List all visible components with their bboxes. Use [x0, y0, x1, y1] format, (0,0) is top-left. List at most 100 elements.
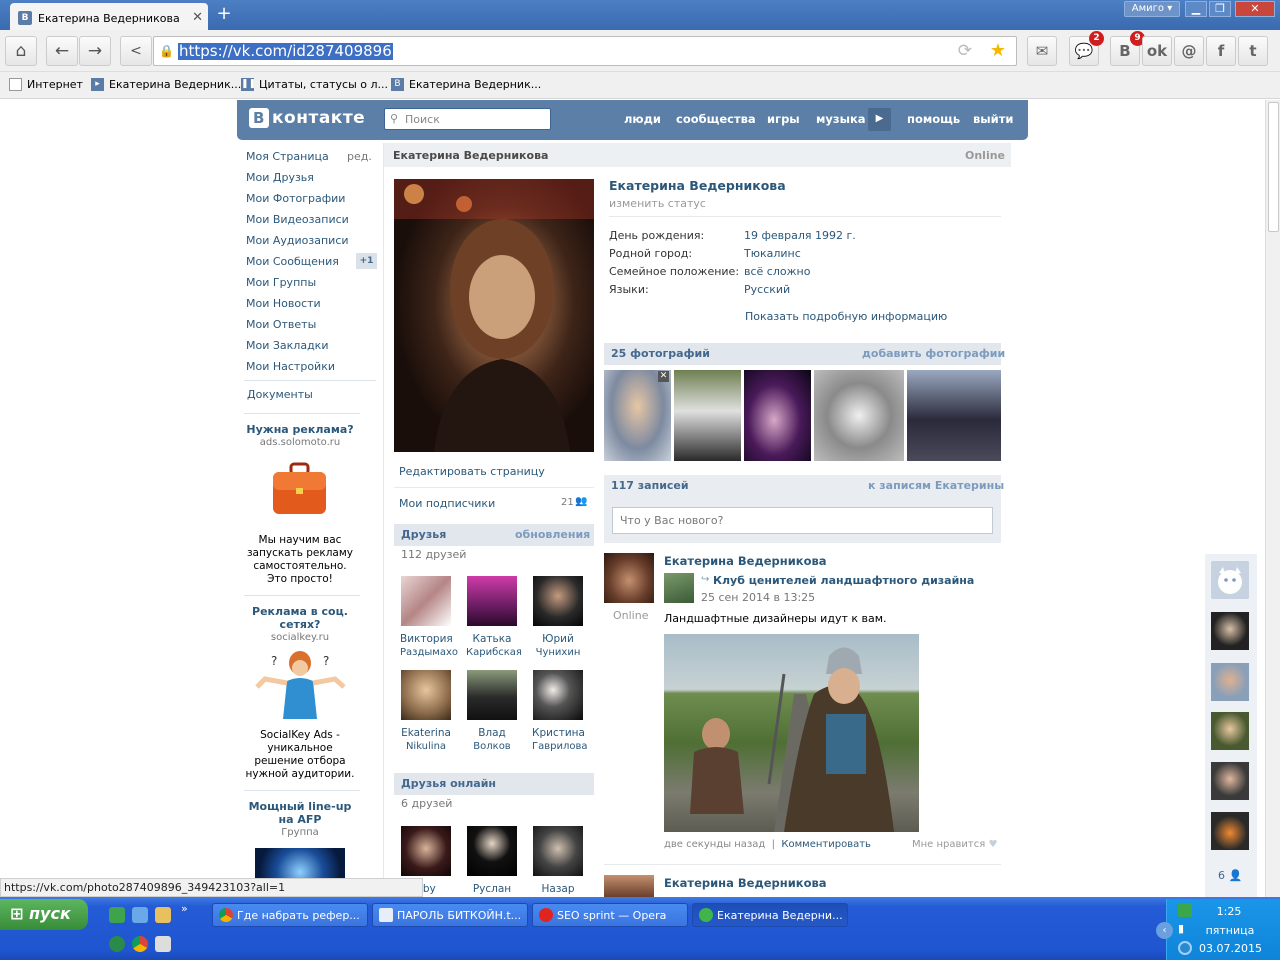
add-photos-link[interactable]: добавить фотографии [862, 347, 1005, 360]
network-icon[interactable]: ▮ [1178, 922, 1192, 936]
menu-documents[interactable]: Документы [247, 388, 313, 401]
edit-page-link[interactable]: Редактировать страницу [399, 465, 545, 478]
start-button[interactable]: ⊞ пуск [0, 899, 88, 930]
post-author-avatar[interactable] [604, 875, 654, 897]
wall-title[interactable]: 117 записей [611, 479, 689, 492]
reload-icon[interactable]: ⟳ [958, 41, 972, 61]
friends-online-title[interactable]: Друзья онлайн [401, 777, 496, 790]
wall-link[interactable]: к записям Екатерины [868, 479, 1004, 492]
menu-friends[interactable]: Мои Друзья [246, 171, 314, 184]
taskbar-item[interactable]: ПАРОЛЬ БИТКОЙН.t... [372, 903, 528, 927]
menu-messages[interactable]: Мои Сообщения [246, 255, 339, 268]
friends-title[interactable]: Друзья [401, 528, 446, 541]
close-tab-icon[interactable]: ✕ [192, 10, 203, 25]
post-image[interactable] [664, 634, 919, 832]
friend-card[interactable] [401, 576, 451, 626]
friend-card[interactable] [533, 670, 583, 720]
scrollbar-thumb[interactable] [1268, 102, 1279, 232]
nav-music[interactable]: музыка [816, 112, 866, 126]
friend-card[interactable] [467, 670, 517, 720]
nav-people[interactable]: люди [624, 112, 661, 126]
chevron-right-icon[interactable]: » [181, 902, 188, 915]
menu-groups[interactable]: Мои Группы [246, 276, 316, 289]
window-icon[interactable] [155, 936, 171, 952]
photo-thumb[interactable] [744, 370, 811, 461]
ad3-image[interactable] [255, 848, 345, 878]
bookmark-internet[interactable]: Интернет [9, 78, 83, 91]
vk-dog-icon[interactable] [1211, 561, 1249, 599]
messages-counter[interactable]: +1 [356, 253, 377, 269]
menu-my-page[interactable]: Моя Страница [246, 150, 329, 163]
ad3-title[interactable]: Мощный line-up на AFP [244, 800, 356, 826]
friend-name[interactable]: Юрий Чунихин [532, 633, 584, 659]
close-icon[interactable]: ✕ [658, 371, 669, 382]
new-post-input[interactable]: Что у Вас нового? [612, 507, 993, 534]
briefcase-icon[interactable] [272, 462, 327, 517]
friend-card[interactable] [401, 670, 451, 720]
taskbar-item-active[interactable]: Екатерина Ведерни... [692, 903, 848, 927]
mail-icon[interactable]: ✉ [1027, 36, 1057, 66]
taskbar-item[interactable]: SEO sprint — Opera [532, 903, 688, 927]
browser-tab[interactable]: В Екатерина Ведерникова ✕ [10, 3, 208, 30]
nav-communities[interactable]: сообщества [676, 112, 756, 126]
group-avatar[interactable] [664, 573, 694, 603]
chat-icon[interactable]: 💬 2 [1069, 31, 1104, 66]
menu-settings[interactable]: Мои Настройки [246, 360, 335, 373]
twitter-icon[interactable]: t [1238, 36, 1268, 66]
show-more-info-link[interactable]: Показать подробную информацию [745, 310, 947, 323]
rail-friends-count[interactable]: 6 👤 [1218, 869, 1242, 882]
address-bar[interactable]: 🔒 https://vk.com/id287409896 ⟳ ★ [153, 36, 1017, 66]
vk-icon[interactable]: В9 [1110, 31, 1145, 66]
friend-card[interactable] [467, 576, 517, 626]
friend-name[interactable]: Ekaterina Nikulina [400, 727, 452, 753]
play-icon[interactable]: ▶ [868, 108, 891, 131]
menu-answers[interactable]: Мои Ответы [246, 318, 316, 331]
comment-link[interactable]: Комментировать [781, 839, 871, 850]
facebook-icon[interactable]: f [1206, 36, 1236, 66]
profile-avatar[interactable] [394, 179, 594, 452]
repost-group-name[interactable]: Клуб ценителей ландшафтного дизайна [713, 574, 974, 587]
next-post-author[interactable]: Екатерина Ведерникова [664, 876, 827, 890]
rail-friend-avatar[interactable] [1211, 812, 1249, 850]
sound-icon[interactable] [1178, 941, 1192, 955]
friend-name[interactable]: Влад Волков [466, 727, 518, 753]
ad2-title[interactable]: Реклама в соц. сетях? [244, 605, 356, 631]
menu-news[interactable]: Мои Новости [246, 297, 321, 310]
url-text[interactable]: https://vk.com/id287409896 [178, 43, 393, 60]
followers-link[interactable]: Мои подписчики [399, 497, 495, 510]
bookmark-ekaterina-1[interactable]: ▸ Екатерина Ведерник... [91, 78, 241, 91]
menu-photos[interactable]: Мои Фотографии [246, 192, 345, 205]
info-value-relationship[interactable]: всё сложно [744, 265, 810, 278]
change-status-link[interactable]: изменить статус [609, 197, 706, 210]
rail-friend-avatar[interactable] [1211, 612, 1249, 650]
post-author-name[interactable]: Екатерина Ведерникова [664, 554, 827, 568]
photo-thumb[interactable] [907, 370, 1001, 461]
rail-friend-avatar[interactable] [1211, 762, 1249, 800]
rail-friend-avatar[interactable] [1211, 712, 1249, 750]
home-icon[interactable]: ⌂ [5, 36, 37, 66]
folder-icon[interactable] [155, 907, 171, 923]
bookmark-ekaterina-2[interactable]: В Екатерина Ведерник... [391, 78, 541, 91]
info-value-hometown[interactable]: Тюкалинс [744, 247, 801, 260]
minimize-icon[interactable]: ▁ [1185, 1, 1207, 17]
photo-thumb[interactable]: ✕ [604, 370, 671, 461]
back-icon[interactable]: ← [46, 36, 78, 66]
menu-audio[interactable]: Мои Аудиозаписи [246, 234, 349, 247]
clock-time[interactable]: 1:25 [1199, 905, 1259, 918]
photos-title[interactable]: 25 фотографий [611, 347, 710, 360]
nav-logout[interactable]: выйти [973, 112, 1013, 126]
utorrent-icon[interactable] [109, 907, 125, 923]
friend-name[interactable]: Виктория Раздымахо [400, 633, 458, 659]
info-value-languages[interactable]: Русский [744, 283, 790, 296]
friend-name[interactable]: Кристина Гаврилова [532, 727, 588, 753]
page-scrollbar[interactable] [1265, 100, 1280, 897]
like-button[interactable]: Мне нравится ♥ [912, 839, 997, 850]
post-time-ago[interactable]: две секунды назад [664, 839, 765, 850]
new-tab-button[interactable]: + [212, 5, 236, 25]
photo-thumb[interactable] [674, 370, 741, 461]
ad1-title[interactable]: Нужна реклама? [244, 423, 356, 436]
desktop-icon[interactable] [132, 907, 148, 923]
forward-icon[interactable]: → [79, 36, 111, 66]
odnoklassniki-icon[interactable]: ok [1142, 36, 1172, 66]
friend-name[interactable]: Катька Карибская [466, 633, 522, 659]
